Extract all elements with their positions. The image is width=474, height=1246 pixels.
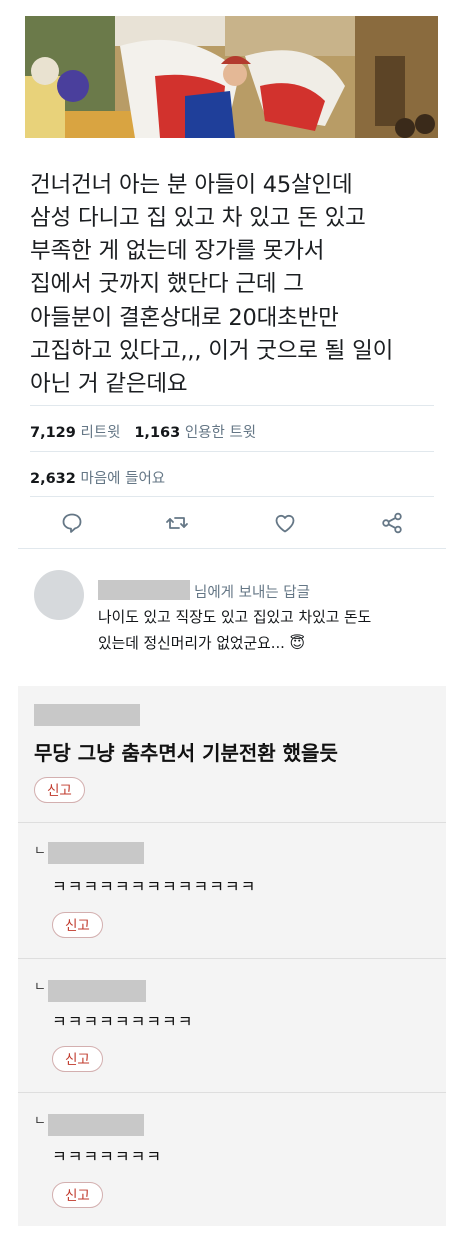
like-label: 마음에 들어요 <box>80 471 166 487</box>
like-icon[interactable] <box>272 510 298 536</box>
tweet-text-line: 삼성 다니고 집 있고 차 있고 돈 있고 <box>30 205 366 231</box>
redacted-commenter <box>34 704 140 726</box>
divider <box>30 405 434 406</box>
report-button[interactable]: 신고 <box>52 1046 103 1072</box>
comment-divider <box>18 958 446 959</box>
reply-icon[interactable] <box>59 510 85 536</box>
tweet-text-line: 건너건너 아는 분 아들이 45살인데 <box>30 172 353 198</box>
divider <box>18 548 446 549</box>
shaman-dance-photo <box>25 16 438 138</box>
reply-marker: ㄴ <box>34 1114 46 1129</box>
reply-marker: ㄴ <box>34 844 46 859</box>
divider <box>30 451 434 452</box>
redacted-commenter <box>48 1114 144 1136</box>
report-button[interactable]: 신고 <box>52 912 103 938</box>
share-icon[interactable] <box>379 510 405 536</box>
retweet-count: 7,129 <box>30 425 76 441</box>
redacted-commenter <box>48 842 144 864</box>
tweet-photo[interactable] <box>25 16 438 138</box>
comment-text: ㅋㅋㅋㅋㅋㅋㅋㅋㅋ <box>52 1012 194 1031</box>
like-stats[interactable]: 2,632 마음에 들어요 <box>30 467 165 488</box>
reply-text-line: 있는데 정신머리가 없었군요... 😇 <box>98 633 305 655</box>
redacted-commenter <box>48 980 146 1002</box>
retweet-stats[interactable]: 7,129 리트윗 1,163 인용한 트윗 <box>30 421 256 442</box>
comment-text: ㅋㅋㅋㅋㅋㅋㅋ <box>52 1147 163 1166</box>
reply-to-label: 님에게 보내는 답글 <box>194 585 310 601</box>
tweet-text-line: 고집하고 있다고,,, 이거 굿으로 될 일이 <box>30 338 394 364</box>
redacted-username <box>98 580 190 600</box>
tweet-text-line: 아들분이 결혼상대로 20대초반만 <box>30 305 339 331</box>
comment-text: ㅋㅋㅋㅋㅋㅋㅋㅋㅋㅋㅋㅋㅋ <box>52 877 257 896</box>
angel-emoji-icon: 😇 <box>289 635 306 652</box>
tweet-text-line: 부족한 게 없는데 장가를 못가서 <box>30 238 325 264</box>
tweet-text-line: 아닌 거 같은데요 <box>30 371 188 397</box>
tweet-text-line: 집에서 굿까지 했단다 근데 그 <box>30 271 304 297</box>
reply-text-line: 나이도 있고 직장도 있고 집있고 차있고 돈도 <box>98 609 372 626</box>
reply-marker: ㄴ <box>34 980 46 995</box>
reply-text: 있는데 정신머리가 없었군요... <box>98 635 285 652</box>
comment-divider <box>18 822 446 823</box>
quote-label: 인용한 트윗 <box>184 425 257 441</box>
comment-text: 무당 그냥 춤추면서 기분전환 했을듯 <box>34 741 338 765</box>
report-button[interactable]: 신고 <box>34 777 85 803</box>
divider <box>30 496 434 497</box>
retweet-label: 리트윗 <box>80 425 121 441</box>
quote-count: 1,163 <box>134 425 181 441</box>
avatar[interactable] <box>34 570 84 620</box>
like-count: 2,632 <box>30 471 76 487</box>
comment-divider <box>18 1092 446 1093</box>
report-button[interactable]: 신고 <box>52 1182 103 1208</box>
retweet-icon[interactable] <box>164 510 190 536</box>
